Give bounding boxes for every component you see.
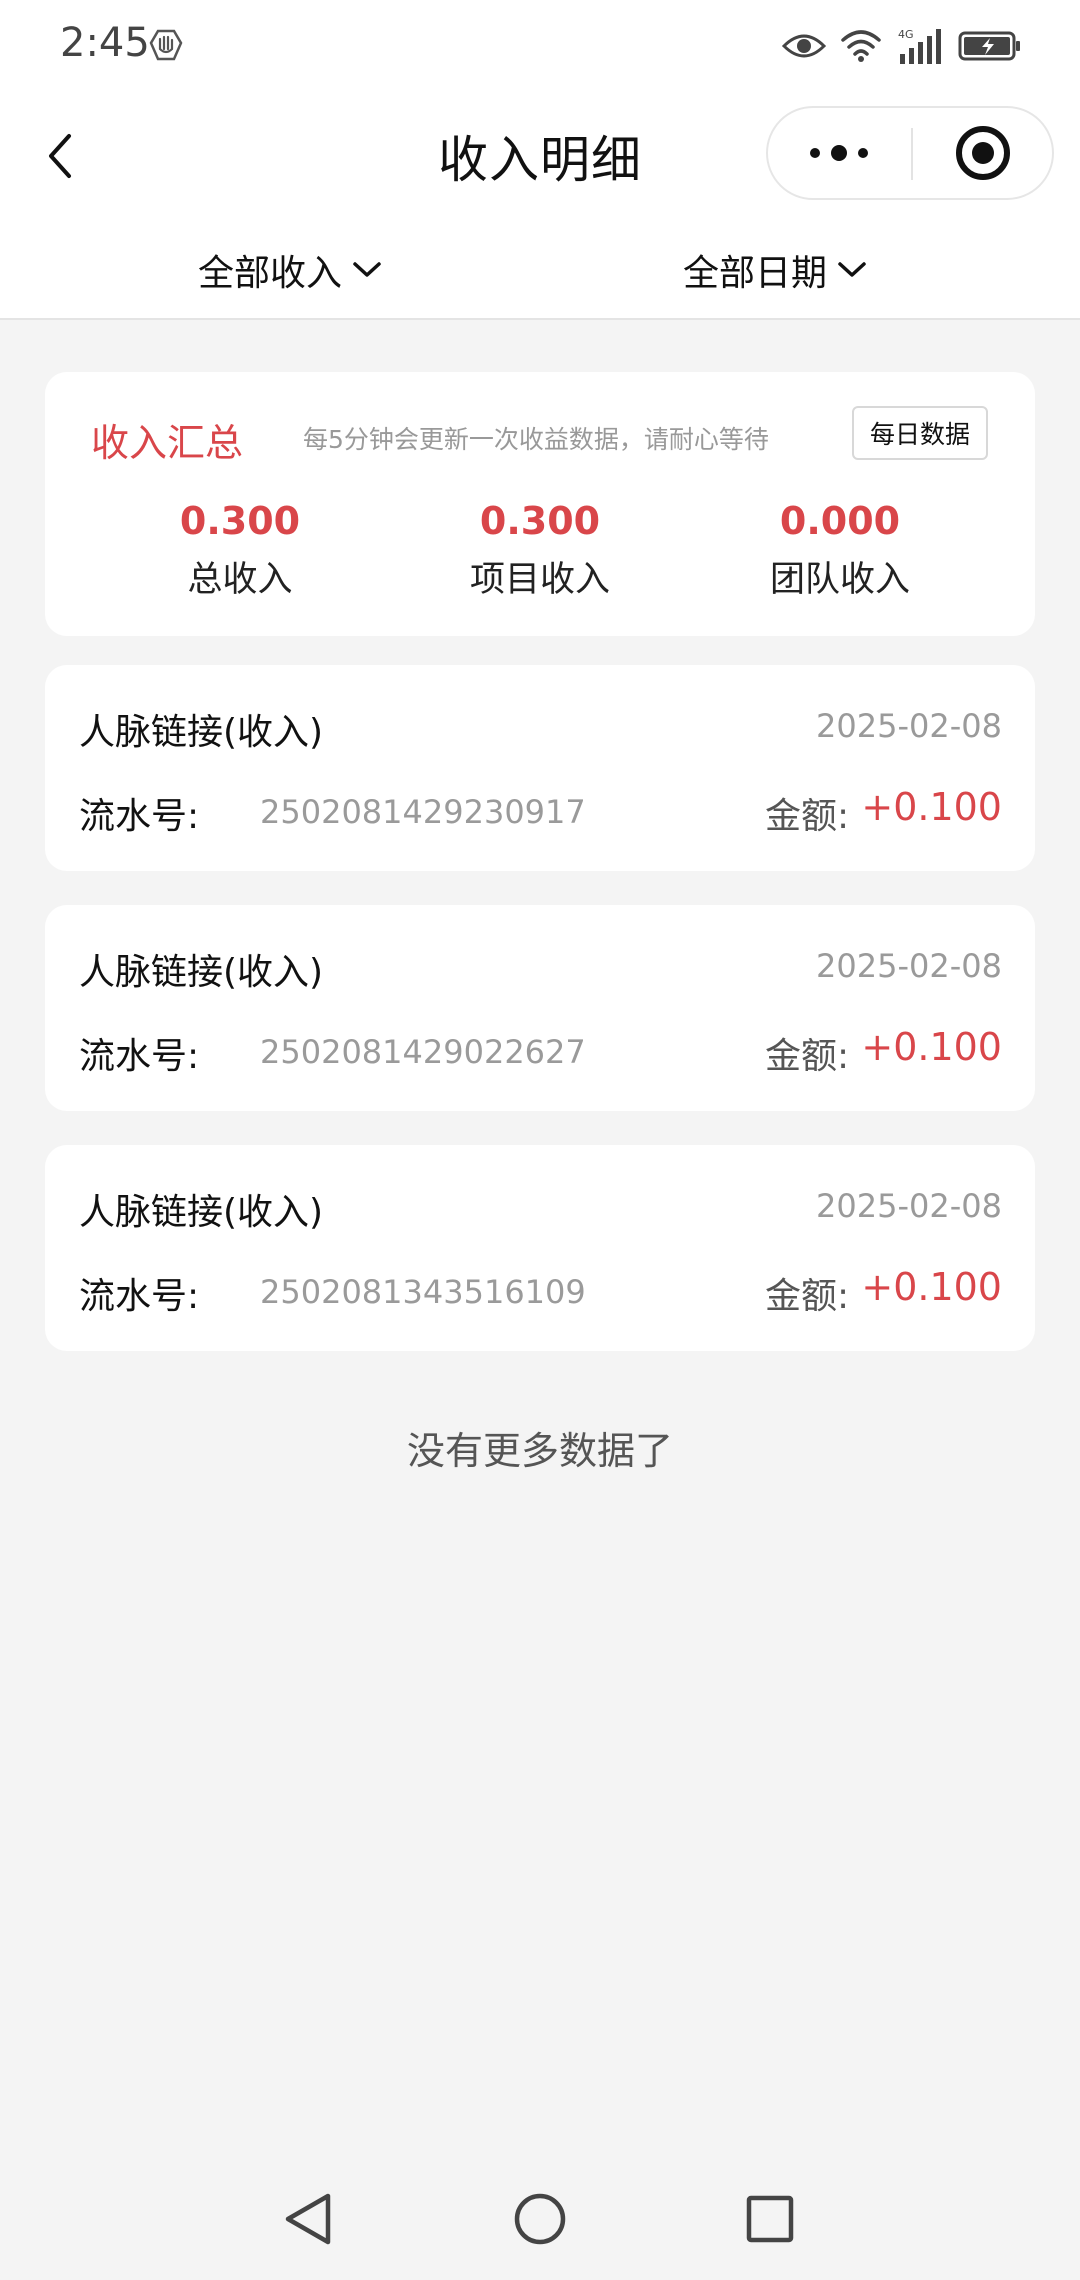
record-serial-number: 2502081429230917 <box>260 793 586 831</box>
circle-home-icon[interactable] <box>505 2184 575 2254</box>
record-serial-label: 流水号: <box>79 1036 200 1077</box>
project-income-label: 项目收入 <box>469 560 610 600</box>
more-icon <box>810 145 868 161</box>
chevron-down-icon <box>353 262 381 277</box>
no-more-data-text: 没有更多数据了 <box>406 1429 673 1473</box>
close-mini-program-button[interactable] <box>914 108 1052 198</box>
total-income-label: 总收入 <box>187 560 293 600</box>
income-summary-card: 收入汇总 每5分钟会更新一次收益数据，请耐心等待 每日数据 0.300 总收入 … <box>45 372 1035 636</box>
income-record-card[interactable]: 人脉链接(收入) 2025-02-08 流水号: 250208142923091… <box>45 665 1035 871</box>
status-bar: 2:45 4G <box>0 0 1080 92</box>
battery-icon <box>958 31 1020 61</box>
nav-bar: 收入明细 <box>0 92 1080 220</box>
record-serial-number: 2502081343516109 <box>260 1273 586 1311</box>
target-icon <box>956 126 1010 180</box>
daily-data-button[interactable]: 每日数据 <box>852 406 988 460</box>
team-income-label: 团队收入 <box>769 560 910 600</box>
record-amount-label: 金额: <box>765 1276 850 1317</box>
total-income-value: 0.300 <box>179 499 301 543</box>
record-amount: +0.100 <box>861 1025 1002 1069</box>
project-income-value: 0.300 <box>479 499 601 543</box>
total-income-stat: 0.300 总收入 <box>90 498 390 602</box>
record-title: 人脉链接(收入) <box>79 712 324 753</box>
signal-icon: 4G <box>898 28 941 64</box>
status-icons: 4G <box>782 22 1022 70</box>
more-button[interactable] <box>768 108 910 198</box>
income-type-filter-label: 全部收入 <box>198 253 343 294</box>
record-serial-number: 2502081429022627 <box>260 1033 586 1071</box>
hand-icon <box>149 29 183 61</box>
eye-icon <box>782 34 826 58</box>
record-serial-label: 流水号: <box>79 1276 200 1317</box>
income-record-card[interactable]: 人脉链接(收入) 2025-02-08 流水号: 250208134351610… <box>45 1145 1035 1351</box>
record-amount: +0.100 <box>861 785 1002 829</box>
status-time: 2:45 <box>60 20 150 66</box>
income-record-card[interactable]: 人脉链接(收入) 2025-02-08 流水号: 250208142902262… <box>45 905 1035 1111</box>
record-title: 人脉链接(收入) <box>79 952 324 993</box>
team-income-value: 0.000 <box>779 499 901 543</box>
wifi-icon <box>841 30 881 62</box>
summary-hint: 每5分钟会更新一次收益数据，请耐心等待 <box>303 425 769 454</box>
team-income-stat: 0.000 团队收入 <box>690 498 990 602</box>
record-amount: +0.100 <box>861 1265 1002 1309</box>
triangle-back-icon[interactable] <box>274 2184 344 2254</box>
chevron-down-icon <box>838 262 866 277</box>
network-type-label: 4G <box>898 28 914 41</box>
capsule-divider <box>911 128 913 180</box>
mini-program-capsule <box>766 106 1054 200</box>
summary-title: 收入汇总 <box>91 421 244 465</box>
record-amount-label: 金额: <box>765 796 850 837</box>
record-date: 2025-02-08 <box>816 947 1002 985</box>
record-serial-label: 流水号: <box>79 796 200 837</box>
record-title: 人脉链接(收入) <box>79 1192 324 1233</box>
record-date: 2025-02-08 <box>816 707 1002 745</box>
date-filter[interactable]: 全部日期 <box>683 244 867 296</box>
date-filter-label: 全部日期 <box>683 253 828 294</box>
record-amount-label: 金额: <box>765 1036 850 1077</box>
project-income-stat: 0.300 项目收入 <box>390 498 690 602</box>
income-type-filter[interactable]: 全部收入 <box>198 244 382 296</box>
square-recent-icon[interactable] <box>735 2184 805 2254</box>
filter-bar: 全部收入 全部日期 <box>0 220 1080 320</box>
record-date: 2025-02-08 <box>816 1187 1002 1225</box>
system-nav-bar <box>0 2170 1080 2280</box>
